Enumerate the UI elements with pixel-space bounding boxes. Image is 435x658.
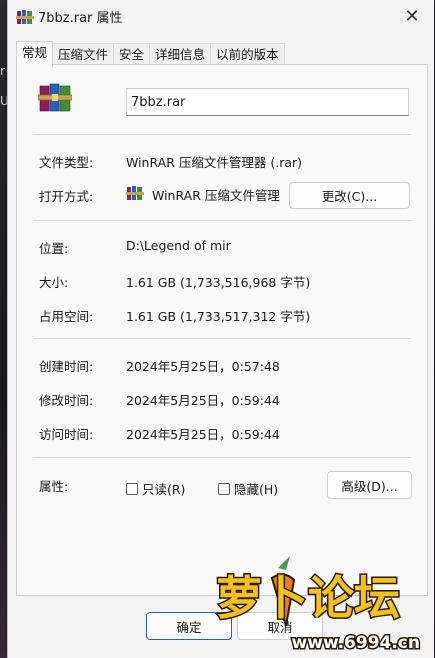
readonly-label: 只读(R)	[142, 482, 186, 497]
divider	[33, 134, 411, 135]
file-type-label: 文件类型:	[39, 155, 94, 170]
hidden-checkbox[interactable]: 隐藏(H)	[218, 479, 278, 498]
accessed-value: 2024年5月25日，0:59:44	[126, 427, 280, 442]
tab-bar: 常规 压缩文件 安全 详细信息 以前的版本	[16, 41, 428, 67]
accessed-label: 访问时间:	[39, 427, 94, 442]
divider	[33, 338, 411, 339]
hidden-label: 隐藏(H)	[234, 482, 279, 497]
file-name-input[interactable]	[126, 88, 409, 116]
background-fragment: r	[0, 64, 5, 78]
location-label: 位置:	[39, 241, 69, 256]
hidden-checkbox-box[interactable]	[218, 482, 230, 495]
watermark-site: www.6994.cn	[292, 633, 420, 653]
divider	[33, 220, 411, 221]
size-label: 大小:	[39, 275, 69, 290]
advanced-button[interactable]: 高级(D)...	[327, 471, 412, 499]
size-on-disk-label: 占用空间:	[39, 309, 94, 324]
winrar-icon	[126, 186, 144, 200]
watermark-brand: 萝卜论坛	[216, 571, 400, 625]
opens-with-value: WinRAR 压缩文件管理器	[152, 188, 280, 203]
window-title: 7bbz.rar 属性	[38, 11, 123, 26]
readonly-checkbox-box[interactable]	[126, 482, 138, 495]
change-button[interactable]: 更改(C)...	[289, 182, 410, 209]
created-label: 创建时间:	[39, 359, 94, 374]
location-value: D:\Legend of mir	[126, 238, 231, 253]
title-bar: 7bbz.rar 属性 ✕	[8, 0, 434, 32]
carrot-leaf-icon	[278, 556, 290, 570]
tab-security[interactable]: 安全	[113, 43, 151, 66]
file-type-value: WinRAR 压缩文件管理器 (.rar)	[126, 155, 303, 170]
created-value: 2024年5月25日，0:57:48	[126, 359, 280, 374]
divider	[33, 457, 411, 458]
opens-with-label: 打开方式:	[39, 189, 94, 204]
close-icon: ✕	[404, 5, 420, 27]
tab-previous-versions[interactable]: 以前的版本	[210, 43, 285, 66]
general-panel: 文件类型: WinRAR 压缩文件管理器 (.rar) 打开方式: WinRAR…	[16, 64, 428, 596]
size-value: 1.61 GB (1,733,516,968 字节)	[126, 275, 311, 290]
tab-archive[interactable]: 压缩文件	[52, 43, 115, 66]
modified-label: 修改时间:	[39, 393, 94, 408]
tab-details[interactable]: 详细信息	[149, 43, 212, 66]
winrar-icon	[16, 10, 34, 24]
attributes-label: 属性:	[39, 479, 69, 494]
readonly-checkbox[interactable]: 只读(R)	[126, 479, 185, 498]
size-on-disk-value: 1.61 GB (1,733,517,312 字节)	[126, 309, 311, 324]
close-button[interactable]: ✕	[390, 0, 434, 32]
tab-general[interactable]: 常规	[16, 41, 54, 67]
forum-watermark: 萝卜论坛 www.6994.cn	[215, 556, 422, 655]
winrar-books-icon	[38, 83, 72, 112]
modified-value: 2024年5月25日，0:59:44	[126, 393, 280, 408]
